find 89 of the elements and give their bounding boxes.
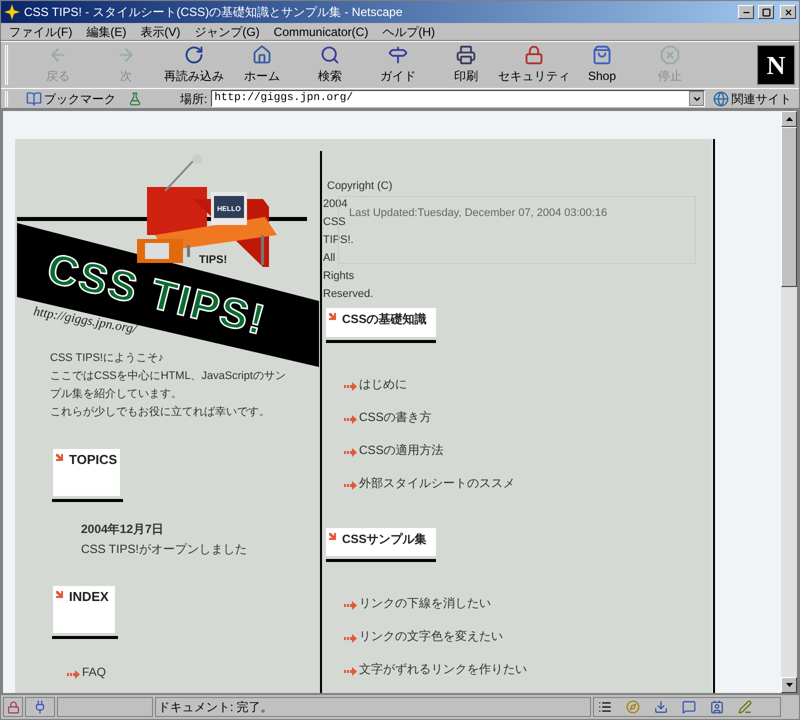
- welcome-text: CSS TIPS!にようこそ♪: [50, 351, 164, 366]
- padlock-icon: [524, 45, 544, 65]
- scrollbar[interactable]: [781, 111, 797, 693]
- location-label: 場所:: [180, 90, 208, 108]
- section-heading: INDEX: [69, 589, 109, 605]
- close-icon: [784, 8, 792, 16]
- close-button[interactable]: [780, 5, 796, 19]
- copyright-text: 2004: [323, 197, 348, 212]
- padlock-icon: [6, 700, 20, 714]
- bookmark-icon: [26, 90, 42, 106]
- toolbar-button[interactable]: ホーム: [228, 43, 296, 87]
- nav-link[interactable]: はじめに: [359, 377, 407, 391]
- welcome-text: これらが少しでもお役に立てれば幸いです。: [50, 404, 271, 420]
- list-icon[interactable]: [598, 700, 612, 714]
- menu-item[interactable]: Communicator(C): [272, 22, 370, 40]
- maximize-icon: [762, 8, 770, 16]
- last-updated-text: Last Updated:Tuesday, December 07, 2004 03:00:16: [349, 207, 608, 219]
- scroll-thumb[interactable]: [781, 127, 797, 287]
- corner-arrow-icon: [329, 533, 336, 540]
- corner-arrow-icon: [56, 591, 63, 598]
- arrow-icon: [344, 382, 357, 391]
- security-indicator[interactable]: [3, 697, 23, 717]
- toolbar-button[interactable]: Shop: [568, 43, 636, 87]
- toolbar-button[interactable]: 検索: [296, 43, 364, 87]
- brand-logo: N: [757, 45, 795, 85]
- nav-link[interactable]: 外部スタイルシートのススメ: [359, 476, 515, 490]
- menu-item[interactable]: ヘルプ(H): [380, 22, 438, 40]
- nav-link[interactable]: 文字がずれるリンクを作りたい: [359, 662, 527, 676]
- down-triangle-icon: [786, 683, 792, 687]
- minimize-button[interactable]: [738, 5, 754, 19]
- bookmarks-button[interactable]: ブックマーク: [26, 90, 116, 108]
- arrow-icon: [344, 601, 357, 610]
- nav-link[interactable]: FAQ: [82, 665, 106, 679]
- section-heading: CSSサンプル集: [342, 531, 427, 547]
- window-title: CSS TIPS! - スタイルシート(CSS)の基礎知識とサンプル集 - Netscape: [24, 4, 404, 21]
- related-sites-button[interactable]: 関連サイト: [713, 90, 792, 108]
- house-icon: [252, 45, 272, 65]
- scroll-up-button[interactable]: [781, 111, 797, 127]
- arrow-icon: [344, 481, 357, 490]
- news-text: CSS TIPS!がオープンしました: [81, 541, 248, 558]
- globe-icon: [713, 90, 730, 106]
- copyright-text: Rights: [323, 269, 354, 284]
- copyright-text: CSS: [323, 215, 346, 230]
- scroll-down-button[interactable]: [781, 677, 797, 693]
- copyright-text: Reserved.: [323, 287, 374, 302]
- stop-icon: [660, 45, 680, 65]
- news-date: 2004年12月7日: [81, 521, 165, 538]
- maximize-button[interactable]: [758, 5, 774, 19]
- shopping-bag-icon: [592, 45, 612, 65]
- arrow-icon: [344, 667, 357, 676]
- arrow-icon: [344, 448, 357, 457]
- arrow-icon: [344, 634, 357, 643]
- printer-icon: [456, 45, 476, 65]
- section-heading: TOPICS: [69, 452, 118, 468]
- signpost-icon: [388, 45, 408, 65]
- status-text: ドキュメント: 完了。: [158, 699, 273, 716]
- image-alt-text: TIPS!: [199, 254, 228, 266]
- menu-item[interactable]: 編集(E): [84, 22, 128, 40]
- copyright-text: Copyright (C): [327, 179, 392, 194]
- up-triangle-icon: [786, 117, 792, 121]
- welcome-text: ここではCSSを中心にHTML、JavaScriptのサンプル集を紹介しています。: [50, 368, 287, 402]
- section-heading: CSSの基礎知識: [342, 311, 427, 327]
- toolbar-button[interactable]: 印刷: [432, 43, 500, 87]
- toolbar-button[interactable]: 再読み込み: [160, 43, 228, 87]
- toolbar-button[interactable]: セキュリティ: [500, 43, 568, 87]
- arrow-icon: [344, 415, 357, 424]
- corner-arrow-icon: [329, 313, 336, 320]
- nav-link[interactable]: CSSの書き方: [359, 410, 432, 424]
- menu-item[interactable]: ジャンプ(G): [192, 22, 262, 40]
- app-icon: [4, 4, 20, 20]
- toolbar-button[interactable]: ガイド: [364, 43, 432, 87]
- download-icon[interactable]: [654, 700, 668, 714]
- nav-link[interactable]: CSSの適用方法: [359, 443, 444, 457]
- nav-link[interactable]: リンクの文字色を変えたい: [359, 629, 503, 643]
- contact-card-icon[interactable]: [710, 700, 724, 714]
- url-field[interactable]: http://giggs.jpn.org/: [211, 90, 706, 107]
- menu-item[interactable]: ファイル(F): [7, 22, 74, 40]
- arrow-icon: [67, 670, 80, 679]
- reload-icon: [184, 45, 204, 65]
- copyright-text: TIPS!.: [323, 233, 354, 248]
- corner-arrow-icon: [56, 454, 63, 461]
- search-icon: [320, 45, 340, 65]
- pen-icon[interactable]: [738, 700, 752, 714]
- dropdown-button[interactable]: [689, 91, 704, 106]
- chat-icon[interactable]: [682, 700, 696, 714]
- nav-link[interactable]: リンクの下線を消したい: [359, 596, 491, 610]
- menu-item[interactable]: 表示(V): [138, 22, 182, 40]
- copyright-text: All: [323, 251, 336, 266]
- plug-icon: [33, 700, 47, 714]
